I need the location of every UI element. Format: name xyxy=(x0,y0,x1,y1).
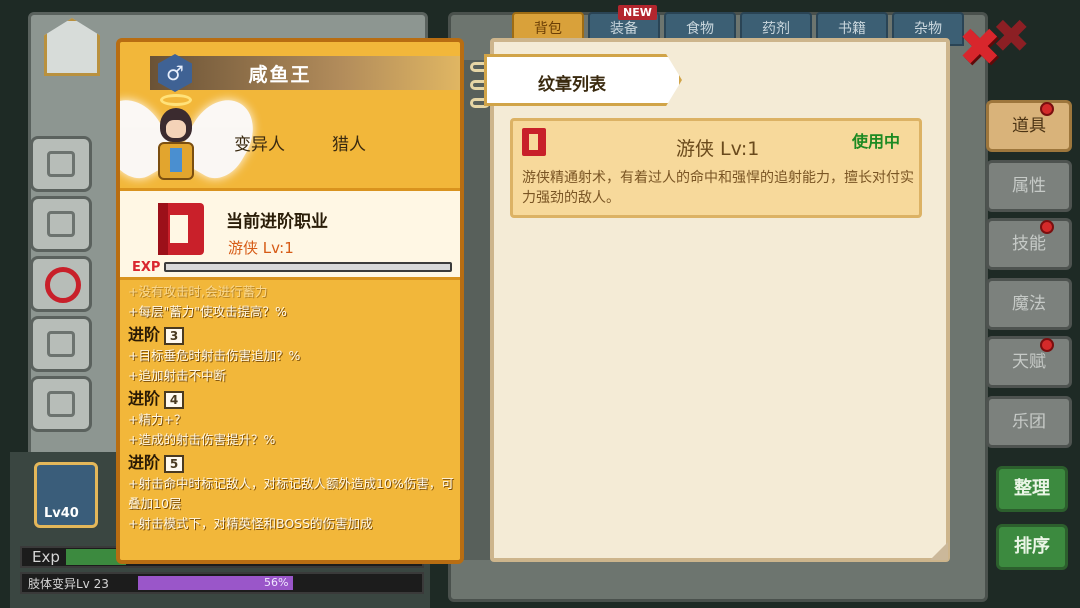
badge-status-badge: 使用中 xyxy=(852,132,901,151)
exp-bar-label: Exp xyxy=(32,548,60,566)
stage-header: 进阶 5 xyxy=(128,452,458,474)
skill-line: +没有攻击时,会进行蓄力 xyxy=(128,284,268,299)
side-tab-talent[interactable]: 天赋 xyxy=(986,336,1072,388)
stage-number: 4 xyxy=(164,390,185,409)
halo-icon xyxy=(160,94,192,106)
side-tab-band[interactable]: 乐团 xyxy=(986,396,1072,448)
character-level: Lv40 xyxy=(44,506,79,521)
skill-line: +目标垂危时射击伤害追加？% xyxy=(128,348,301,363)
skill-line: +精力+？ xyxy=(128,412,187,427)
badge-list-title: 纹章列表 xyxy=(538,75,606,95)
side-tab-skills[interactable]: 技能 xyxy=(986,218,1072,270)
stage-header: 进阶 4 xyxy=(128,388,458,410)
skill-line: +追加射击不中断 xyxy=(128,368,226,383)
stage-number: 5 xyxy=(164,454,185,473)
skill-line: +每层"蓄力"使攻击提高？% xyxy=(128,304,287,319)
equipment-slot-boots[interactable] xyxy=(30,376,92,432)
equipment-slot-armor[interactable] xyxy=(30,196,92,252)
side-tab-attributes[interactable]: 属性 xyxy=(986,160,1072,212)
character-avatar xyxy=(120,78,266,198)
skill-line: +射击命中时标记敌人，对标记敌人额外造成10%伤害，可叠加10层 xyxy=(128,476,454,511)
trait-hunter: 猎人 xyxy=(332,135,366,155)
order-button[interactable]: 排序 xyxy=(996,524,1068,570)
new-badge: NEW xyxy=(618,5,657,20)
advancement-skill-list[interactable]: +没有攻击时,会进行蓄力 +每层"蓄力"使攻击提高？% 进阶 3 +目标垂危时射击… xyxy=(128,282,458,560)
notification-dot xyxy=(1040,338,1054,352)
character-detail-panel: 咸鱼王 ♂ 变异人 猎人 当前进阶职业 游侠 Lv:1 EXP +没有攻击时,会… xyxy=(116,38,464,564)
mutation-label: 肢体变异Lv 23 xyxy=(28,577,109,591)
blocked-icon xyxy=(45,267,81,303)
stage-number: 3 xyxy=(164,326,185,345)
class-box-title: 当前进阶职业 xyxy=(226,212,328,232)
sort-button[interactable]: 整理 xyxy=(996,466,1068,512)
ranger-emblem-icon xyxy=(158,203,204,255)
badge-card-description: 游侠精通射术，有着过人的命中和强悍的追射能力，擅长对付实力强劲的敌人。 xyxy=(522,170,914,206)
skill-line: +造成的射击伤害提升？% xyxy=(128,432,276,447)
trait-mutant: 变异人 xyxy=(234,135,285,155)
notification-dot xyxy=(1040,102,1054,116)
skill-line: +射击模式下，对精英怪和BOSS的伤害加成 xyxy=(128,516,373,531)
badge-list-panel xyxy=(490,38,950,562)
badge-card-title: 游侠 Lv:1 xyxy=(676,138,760,160)
side-tab-magic[interactable]: 魔法 xyxy=(986,278,1072,330)
class-exp-label: EXP xyxy=(132,260,161,275)
equipment-slot-blocked[interactable] xyxy=(30,256,92,312)
mutation-percent: 56% xyxy=(264,576,289,589)
equipment-slot-cloak[interactable] xyxy=(30,316,92,372)
close-icon[interactable]: ✖ xyxy=(958,22,1002,74)
class-exp-bar xyxy=(164,262,452,272)
ranger-emblem-icon xyxy=(522,128,546,156)
equipment-slot-helmet[interactable] xyxy=(30,136,92,192)
character-sprite xyxy=(152,108,200,188)
side-tab-items[interactable]: 道具 xyxy=(986,100,1072,152)
stage-header: 进阶 3 xyxy=(128,324,458,346)
notification-dot xyxy=(1040,220,1054,234)
item-category-strip xyxy=(462,60,490,560)
class-name: 游侠 Lv:1 xyxy=(228,239,294,257)
